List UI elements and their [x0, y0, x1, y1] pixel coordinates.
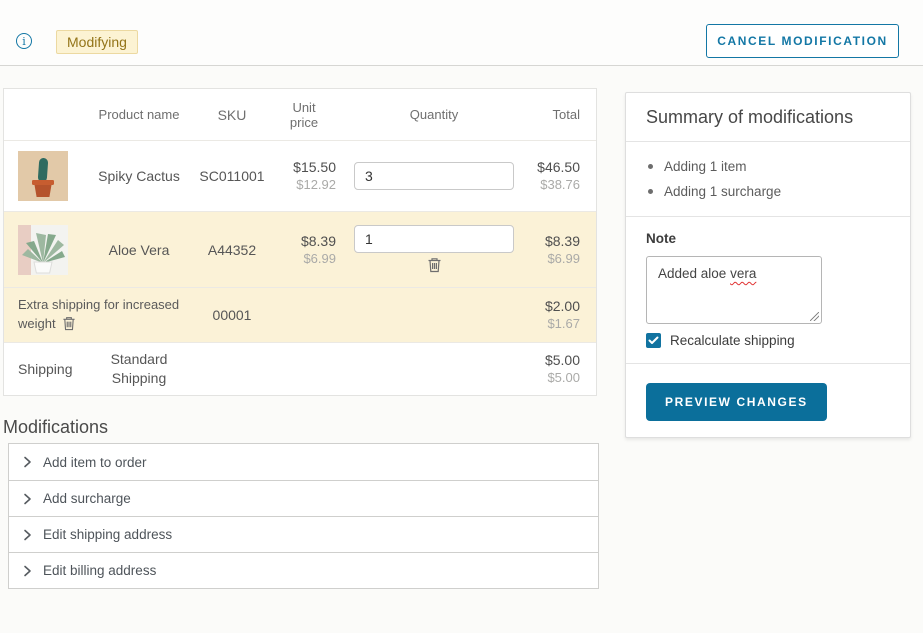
- accordion-item-label: Edit shipping address: [43, 527, 172, 542]
- unit-price-secondary: $6.99: [272, 251, 336, 268]
- surcharge-name: Extra shipping for increased weight: [18, 297, 179, 331]
- status-badge-label: Modifying: [67, 34, 127, 50]
- accordion-item-add-item-to-order[interactable]: Add item to order: [9, 444, 598, 480]
- accordion-item-label: Add surcharge: [43, 491, 131, 506]
- column-header-product-name: Product name: [86, 107, 192, 122]
- shipping-row-label: Shipping: [4, 361, 86, 377]
- line-total-secondary: $6.99: [532, 251, 580, 268]
- summary-panel-title: Summary of modifications: [626, 93, 910, 142]
- product-image-spiky-cactus: [18, 151, 68, 201]
- summary-of-modifications-panel: Summary of modifications Adding 1 item A…: [625, 92, 911, 438]
- shipping-method: Standard Shipping: [86, 350, 192, 388]
- table-header-row: Product name SKU Unit price Quantity Tot…: [4, 89, 596, 140]
- accordion-item-edit-shipping-address[interactable]: Edit shipping address: [9, 516, 598, 552]
- note-textarea[interactable]: Added aloe vera: [646, 256, 822, 324]
- recalculate-shipping-label: Recalculate shipping: [670, 333, 795, 348]
- product-sku: SC011001: [192, 168, 272, 184]
- chevron-right-icon: [23, 493, 32, 505]
- line-total-secondary: $1.67: [532, 316, 580, 333]
- column-header-quantity: Quantity: [336, 107, 532, 122]
- summary-bullet: Adding 1 surcharge: [626, 179, 910, 204]
- product-name: Aloe Vera: [86, 242, 192, 258]
- line-total: $2.00: [532, 297, 580, 316]
- trash-icon: [427, 257, 442, 273]
- modifications-title: Modifications: [3, 417, 108, 438]
- quantity-input[interactable]: [354, 225, 514, 253]
- chevron-right-icon: [23, 529, 32, 541]
- quantity-input[interactable]: [354, 162, 514, 190]
- note-section: Note Added aloe vera Recalculate shippin…: [626, 217, 910, 364]
- line-total-secondary: $38.76: [532, 177, 580, 194]
- trash-icon: [62, 316, 76, 331]
- summary-bullet-list: Adding 1 item Adding 1 surcharge: [626, 142, 910, 217]
- delete-surcharge-button[interactable]: [60, 315, 78, 332]
- table-row: Extra shipping for increased weight 0000…: [4, 287, 596, 342]
- checkbox-checked-icon[interactable]: [646, 333, 661, 348]
- unit-price: $15.50: [272, 158, 336, 177]
- recalculate-shipping-checkbox-row[interactable]: Recalculate shipping: [646, 333, 890, 348]
- line-total-secondary: $5.00: [532, 370, 580, 387]
- product-sku: A44352: [192, 242, 272, 258]
- status-badge: Modifying: [56, 30, 138, 54]
- accordion-item-edit-billing-address[interactable]: Edit billing address: [9, 552, 598, 588]
- accordion-item-label: Add item to order: [43, 455, 147, 470]
- note-text-misspelled: vera: [730, 266, 756, 281]
- info-icon[interactable]: i: [16, 33, 32, 49]
- order-items-table: Product name SKU Unit price Quantity Tot…: [3, 88, 597, 396]
- product-name: Spiky Cactus: [86, 168, 192, 184]
- cancel-modification-button[interactable]: CANCEL MODIFICATION: [706, 24, 899, 58]
- unit-price-secondary: $12.92: [272, 177, 336, 194]
- note-label: Note: [646, 231, 890, 246]
- line-total: $8.39: [532, 232, 580, 251]
- table-row: Aloe Vera A44352 $8.39 $6.99 $8.39 $6.99: [4, 211, 596, 287]
- column-header-total: Total: [532, 107, 596, 122]
- column-header-unit-price: Unit price: [272, 100, 336, 130]
- chevron-right-icon: [23, 456, 32, 468]
- chevron-right-icon: [23, 565, 32, 577]
- column-header-sku: SKU: [192, 107, 272, 123]
- accordion-item-label: Edit billing address: [43, 563, 156, 578]
- unit-price: $8.39: [272, 232, 336, 251]
- line-total: $46.50: [532, 158, 580, 177]
- product-image-aloe-vera: [18, 225, 68, 275]
- top-bar: i Modifying CANCEL MODIFICATION: [0, 0, 923, 66]
- accordion-item-add-surcharge[interactable]: Add surcharge: [9, 480, 598, 516]
- note-text: Added aloe: [658, 266, 730, 281]
- table-row: Shipping Standard Shipping $5.00 $5.00: [4, 342, 596, 395]
- preview-changes-button[interactable]: PREVIEW CHANGES: [646, 383, 827, 421]
- delete-item-button[interactable]: [425, 256, 444, 274]
- surcharge-sku: 00001: [192, 307, 272, 323]
- summary-bullet: Adding 1 item: [626, 154, 910, 179]
- modifications-accordion: Add item to order Add surcharge Edit shi…: [8, 443, 599, 589]
- table-row: Spiky Cactus SC011001 $15.50 $12.92 $46.…: [4, 140, 596, 211]
- line-total: $5.00: [532, 351, 580, 370]
